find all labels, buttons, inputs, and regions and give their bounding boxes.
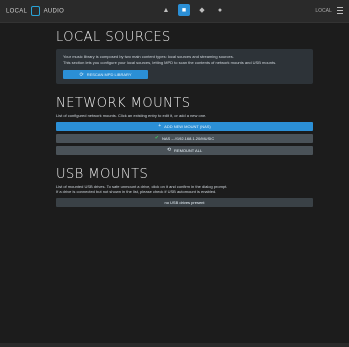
- check-icon: ✔: [154, 135, 159, 141]
- top-bar: LOCAL AUDIO ▲ ■ ◆ ● LOCAL: [0, 0, 349, 23]
- usb-mounts-title: USB MOUNTS: [56, 166, 149, 182]
- remount-label: REMOUNT ALL: [174, 147, 203, 153]
- bottom-bar: [0, 343, 349, 347]
- nav-playback-icon[interactable]: ▲: [160, 4, 172, 16]
- refresh-icon: ⟳: [79, 71, 84, 78]
- nav-library-icon[interactable]: ■: [178, 4, 190, 16]
- user-label: LOCAL: [315, 7, 332, 14]
- sources-content: LOCAL SOURCES Your music library is comp…: [56, 30, 313, 207]
- brand-left: LOCAL: [6, 8, 27, 15]
- local-sources-title: LOCAL SOURCES: [56, 30, 171, 45]
- logo-icon: [30, 6, 40, 16]
- plus-icon: +: [158, 123, 162, 129]
- local-sources-card: Your music library is composed by two ma…: [56, 49, 313, 84]
- menu-icon[interactable]: [337, 7, 343, 14]
- usb-desc-line2: If a drive is connected but not shown in…: [56, 189, 217, 194]
- network-mount-entry[interactable]: ✔ NAS – //192.168.1.20/MUSIC: [56, 133, 313, 143]
- usb-mounts-description: List of mounted USB drives. To safe unmo…: [56, 184, 313, 195]
- mount-entry-label: NAS: [161, 135, 171, 141]
- menu-area[interactable]: LOCAL: [315, 7, 343, 14]
- remount-icon: ⟲: [166, 147, 172, 153]
- remount-all-button[interactable]: ⟲ REMOUNT ALL: [56, 145, 313, 155]
- brand-logo[interactable]: LOCAL AUDIO: [6, 6, 64, 16]
- main-nav: ▲ ■ ◆ ●: [160, 4, 226, 16]
- network-mounts-title: NETWORK MOUNTS: [56, 96, 191, 111]
- rescan-library-button[interactable]: ⟳ RESCAN MPD LIBRARY: [63, 70, 148, 79]
- mount-entry-detail: //192.168.1.20/MUSIC: [174, 135, 215, 141]
- usb-empty-state: no USB drives present: [56, 197, 313, 207]
- local-sources-description: Your music library is composed by two ma…: [63, 54, 306, 65]
- add-network-mount-button[interactable]: + ADD NEW MOUNT (NAS): [56, 121, 313, 131]
- rescan-label: RESCAN MPD LIBRARY: [86, 72, 132, 77]
- nav-queue-icon[interactable]: ◆: [196, 4, 208, 16]
- usb-empty-label: no USB drives present: [164, 199, 205, 205]
- add-mount-label: ADD NEW MOUNT (NAS): [164, 123, 211, 129]
- network-mounts-description: List of configured network mounts. Click…: [56, 113, 207, 118]
- brand-right: AUDIO: [43, 8, 65, 15]
- nav-settings-icon[interactable]: ●: [214, 4, 226, 16]
- local-desc-line2: This section lets you configure your loc…: [63, 59, 277, 65]
